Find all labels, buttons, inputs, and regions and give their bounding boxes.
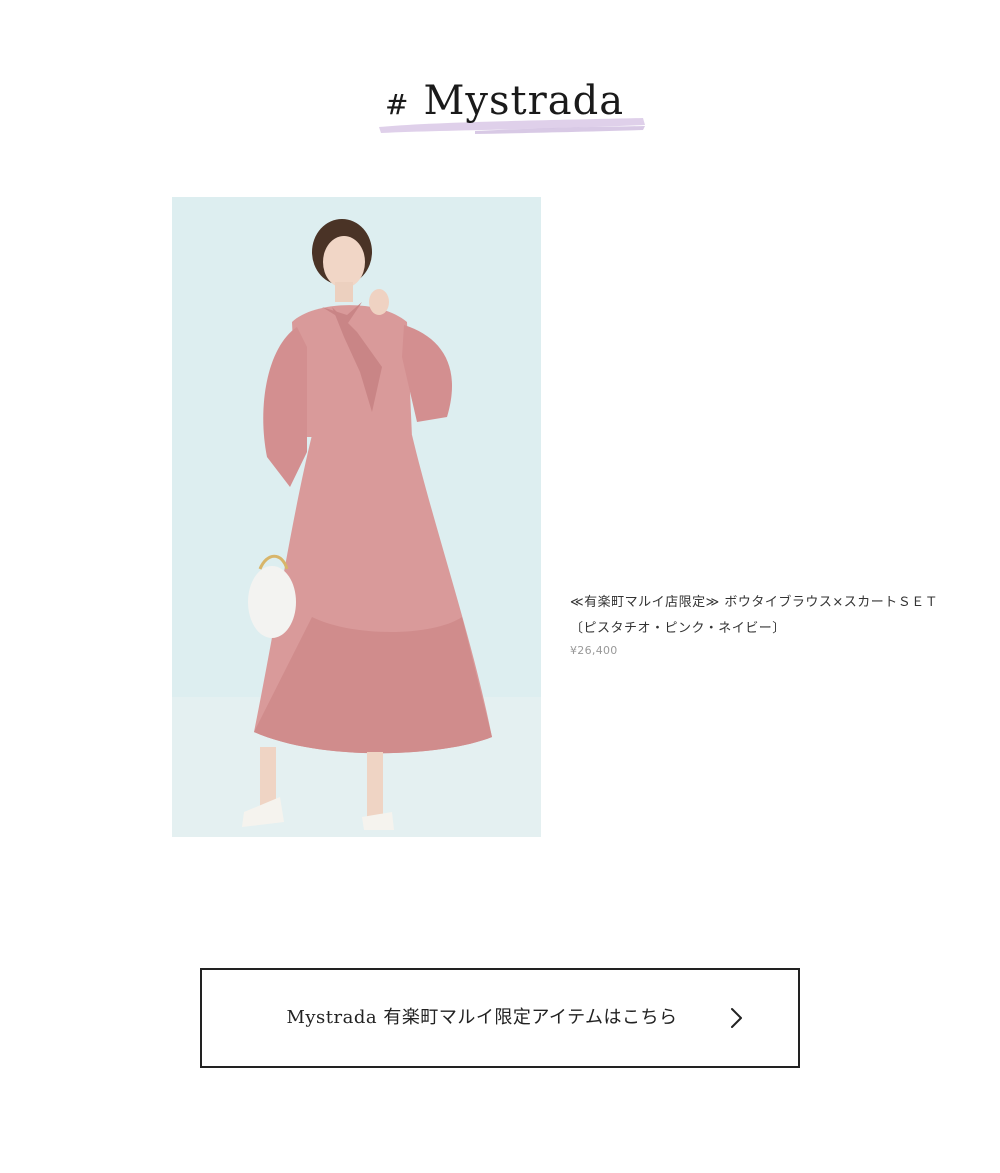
section-heading: # Mystrada: [0, 70, 1000, 150]
product-name-line-1: ≪有楽町マルイ店限定≫ ボウタイブラウス×スカートＳＥＴ: [570, 595, 939, 610]
heading-hash: #: [385, 88, 410, 121]
cta-label: Mystrada 有楽町マルイ限定アイテムはこちら: [286, 1007, 678, 1028]
product-name[interactable]: ≪有楽町マルイ店限定≫ ボウタイブラウス×スカートＳＥＴ 〔ピスタチオ・ピンク・…: [570, 590, 990, 642]
heading-title: # Mystrada: [385, 78, 624, 124]
product-photo[interactable]: [172, 197, 541, 837]
product-info: ≪有楽町マルイ店限定≫ ボウタイブラウス×スカートＳＥＴ 〔ピスタチオ・ピンク・…: [570, 590, 990, 657]
heading-group: # Mystrada: [375, 70, 650, 140]
product-price: ¥26,400: [570, 644, 618, 657]
product-name-line-2: 〔ピスタチオ・ピンク・ネイビー〕: [570, 621, 786, 636]
heading-brand-name: Mystrada: [423, 78, 625, 124]
limited-items-link-button[interactable]: Mystrada 有楽町マルイ限定アイテムはこちら: [200, 968, 800, 1068]
model-photo-illustration: [172, 197, 541, 837]
chevron-right-icon: [731, 1008, 742, 1028]
